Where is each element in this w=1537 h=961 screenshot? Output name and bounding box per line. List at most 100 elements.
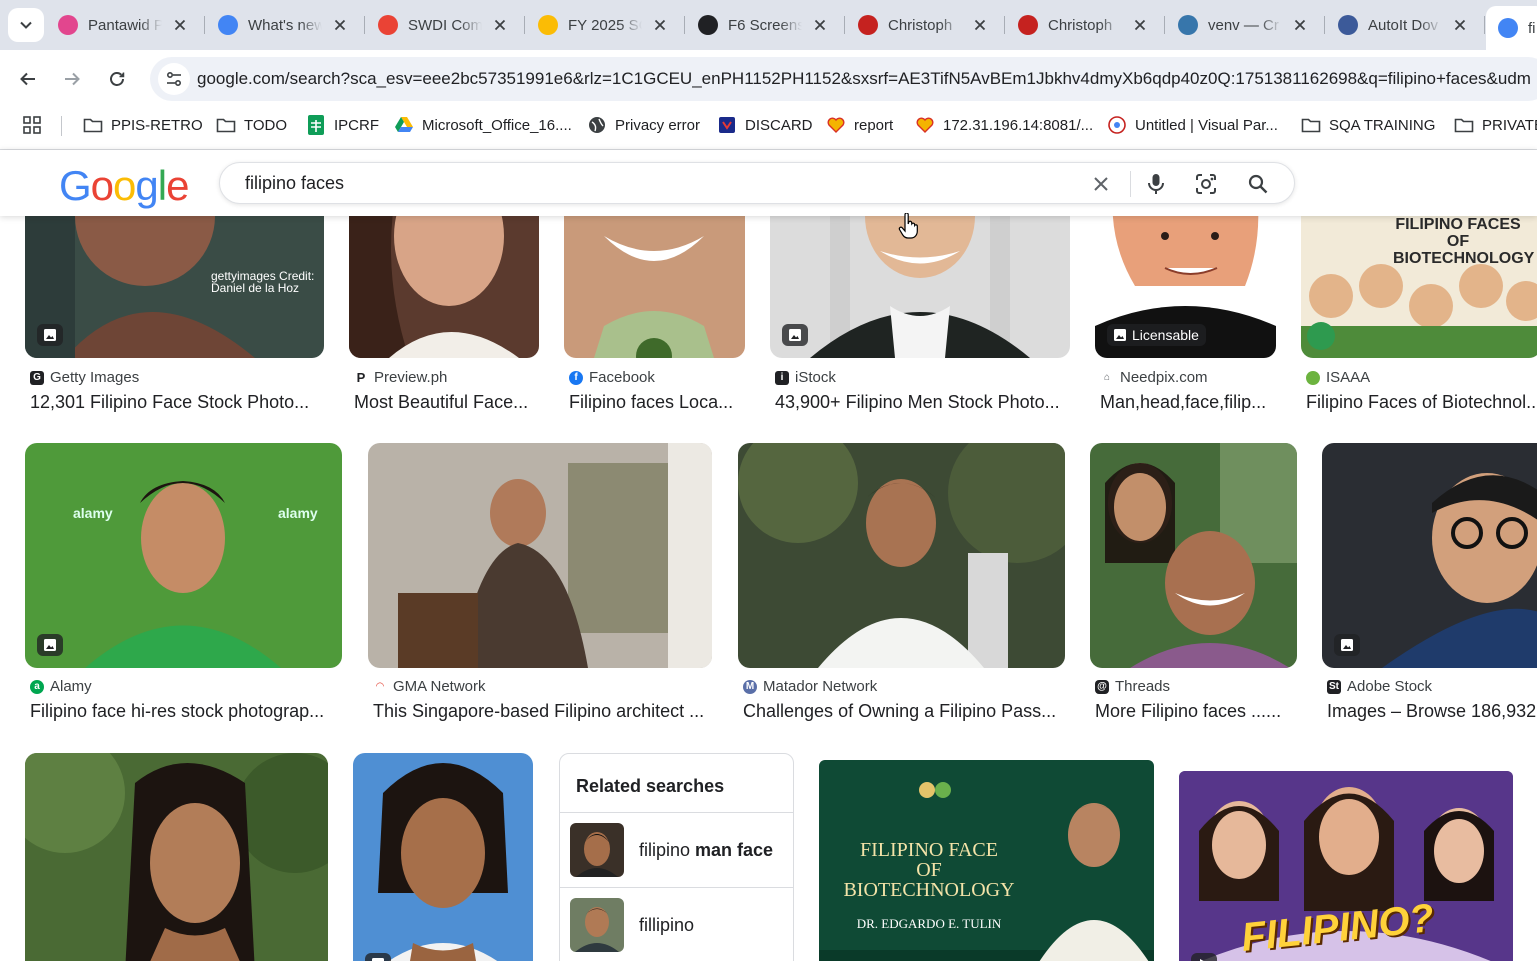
result-thumbnail[interactable] xyxy=(1090,443,1297,668)
result-source[interactable]: G Getty Images xyxy=(30,369,139,386)
result-thumbnail[interactable] xyxy=(564,216,745,358)
result-thumbnail[interactable] xyxy=(349,216,539,358)
bookmark-item[interactable]: Microsoft_Office_16.... xyxy=(394,113,572,137)
result-thumbnail[interactable] xyxy=(25,753,328,961)
close-tab-icon[interactable] xyxy=(1448,13,1472,37)
apps-icon[interactable] xyxy=(23,116,41,139)
clear-icon[interactable] xyxy=(1088,171,1114,197)
browser-tab[interactable]: Pantawid P xyxy=(46,8,202,42)
isaaa-logo-icon xyxy=(1306,370,1320,385)
result-title[interactable]: Filipino Faces of Biotechnol... xyxy=(1306,392,1537,413)
result-source[interactable]: a Alamy xyxy=(30,678,92,695)
tab-separator xyxy=(684,16,685,34)
close-tab-icon[interactable] xyxy=(808,13,832,37)
image-results: gettyimages Credit: Daniel de la Hoz G Ge… xyxy=(0,216,1537,961)
tab-title: AutoIt Dov xyxy=(1368,16,1439,34)
browser-tab[interactable]: venv — Cr xyxy=(1166,8,1322,42)
result-thumbnail[interactable]: Licensable xyxy=(1095,216,1276,358)
tab-separator xyxy=(1484,16,1485,34)
result-title[interactable]: Filipino face hi-res stock photograp... xyxy=(30,701,342,722)
result-title[interactable]: 12,301 Filipino Face Stock Photo... xyxy=(30,392,325,413)
address-bar[interactable]: google.com/search?sca_esv=eee2bc57351991… xyxy=(150,57,1537,101)
related-search-item[interactable]: fillipino xyxy=(560,887,793,961)
browser-tab[interactable]: FY 2025 SC xyxy=(526,8,682,42)
bookmark-item[interactable]: Untitled | Visual Par... xyxy=(1107,113,1278,137)
tab-search-button[interactable] xyxy=(8,8,44,42)
result-source[interactable]: ◠ GMA Network xyxy=(373,678,486,695)
url-text[interactable]: google.com/search?sca_esv=eee2bc57351991… xyxy=(197,69,1531,89)
result-title[interactable]: More Filipino faces ...... xyxy=(1095,701,1297,722)
tab-separator xyxy=(1004,16,1005,34)
result-source[interactable]: P Preview.ph xyxy=(354,369,447,386)
heart-icon xyxy=(915,115,935,135)
microphone-icon[interactable] xyxy=(1143,171,1169,197)
close-tab-icon[interactable] xyxy=(488,13,512,37)
reload-icon xyxy=(110,72,125,86)
site-info-button[interactable] xyxy=(158,63,190,95)
browser-tab[interactable]: Christoph xyxy=(1006,8,1162,42)
back-arrow-icon xyxy=(20,72,35,86)
result-source[interactable]: M Matador Network xyxy=(743,678,877,695)
result-thumbnail[interactable]: FILIPINO? xyxy=(1179,771,1513,961)
browser-tab[interactable]: F6 Screens xyxy=(686,8,842,42)
bookmark-item[interactable]: PRIVATE xyxy=(1454,113,1537,137)
bookmark-label: SQA TRAINING xyxy=(1329,116,1436,134)
result-thumbnail[interactable] xyxy=(368,443,712,668)
result-title[interactable]: Images – Browse 186,932 xyxy=(1327,701,1537,722)
result-title[interactable]: Most Beautiful Face... xyxy=(354,392,539,413)
image-icon xyxy=(1341,639,1353,651)
result-thumbnail[interactable] xyxy=(770,216,1070,358)
result-source[interactable]: St Adobe Stock xyxy=(1327,678,1432,695)
matador-logo-icon: M xyxy=(743,679,757,694)
bookmark-item[interactable]: TODO xyxy=(216,113,287,137)
getty-logo-icon: G xyxy=(30,370,44,385)
licensable-badge[interactable]: Licensable xyxy=(1107,324,1206,346)
result-source[interactable]: i iStock xyxy=(775,369,836,386)
browser-tab[interactable]: What's new xyxy=(206,8,362,42)
result-source[interactable]: f Facebook xyxy=(569,369,655,386)
bookmark-item[interactable]: SQA TRAINING xyxy=(1301,113,1435,137)
forward-button[interactable] xyxy=(56,63,88,95)
browser-tab[interactable]: Christoph xyxy=(846,8,1002,42)
close-tab-icon[interactable] xyxy=(1288,13,1312,37)
bookmark-item[interactable]: IPCRF xyxy=(306,113,379,137)
result-thumbnail[interactable]: FILIPINO FACE OF BIOTECHNOLOGY DR. EDGAR… xyxy=(819,760,1154,961)
result-thumbnail[interactable]: gettyimages Credit: Daniel de la Hoz xyxy=(25,216,324,358)
result-title[interactable]: Filipino faces Loca... xyxy=(569,392,745,413)
back-button[interactable] xyxy=(12,63,44,95)
google-logo[interactable]: Google xyxy=(59,162,189,210)
result-source[interactable]: ⌂ Needpix.com xyxy=(1100,369,1208,386)
search-icon[interactable] xyxy=(1245,171,1271,197)
browser-tab[interactable]: fi xyxy=(1486,6,1537,50)
lens-icon[interactable] xyxy=(1193,171,1219,197)
browser-tab[interactable]: SWDI Com xyxy=(366,8,522,42)
result-source[interactable]: ISAAA xyxy=(1306,369,1370,386)
related-search-item[interactable]: filipino man face xyxy=(560,812,793,887)
close-tab-icon[interactable] xyxy=(1128,13,1152,37)
image-icon xyxy=(1114,329,1126,341)
close-tab-icon[interactable] xyxy=(168,13,192,37)
result-title[interactable]: 43,900+ Filipino Men Stock Photo... xyxy=(775,392,1070,413)
bookmark-item[interactable]: DISCARD xyxy=(717,113,813,137)
bookmarks-bar: PPIS-RETRO TODO IPCRF Microsoft_Office_16..… xyxy=(0,108,1537,142)
result-title[interactable]: Man,head,face,filip... xyxy=(1100,392,1276,413)
close-tab-icon[interactable] xyxy=(968,13,992,37)
result-thumbnail[interactable]: FILIPINO FACES OF BIOTECHNOLOGY xyxy=(1301,216,1537,358)
result-thumbnail[interactable]: alamy alamy xyxy=(25,443,342,668)
browser-tab[interactable]: AutoIt Dov xyxy=(1326,8,1482,42)
reload-button[interactable] xyxy=(101,63,133,95)
result-title[interactable]: This Singapore-based Filipino architect … xyxy=(373,701,713,722)
search-input[interactable] xyxy=(245,171,1065,195)
close-tab-icon[interactable] xyxy=(648,13,672,37)
bookmark-item[interactable]: report xyxy=(826,113,893,137)
result-source[interactable]: @ Threads xyxy=(1095,678,1170,695)
result-thumbnail[interactable] xyxy=(738,443,1065,668)
close-tab-icon[interactable] xyxy=(328,13,352,37)
bookmark-item[interactable]: PPIS-RETRO xyxy=(83,113,203,137)
result-thumbnail[interactable] xyxy=(1322,443,1537,668)
tab-title: fi xyxy=(1528,19,1536,37)
bookmark-item[interactable]: Privacy error xyxy=(587,113,700,137)
bookmark-item[interactable]: 172.31.196.14:8081/... xyxy=(915,113,1093,137)
result-thumbnail[interactable] xyxy=(353,753,533,961)
result-title[interactable]: Challenges of Owning a Filipino Pass... xyxy=(743,701,1065,722)
